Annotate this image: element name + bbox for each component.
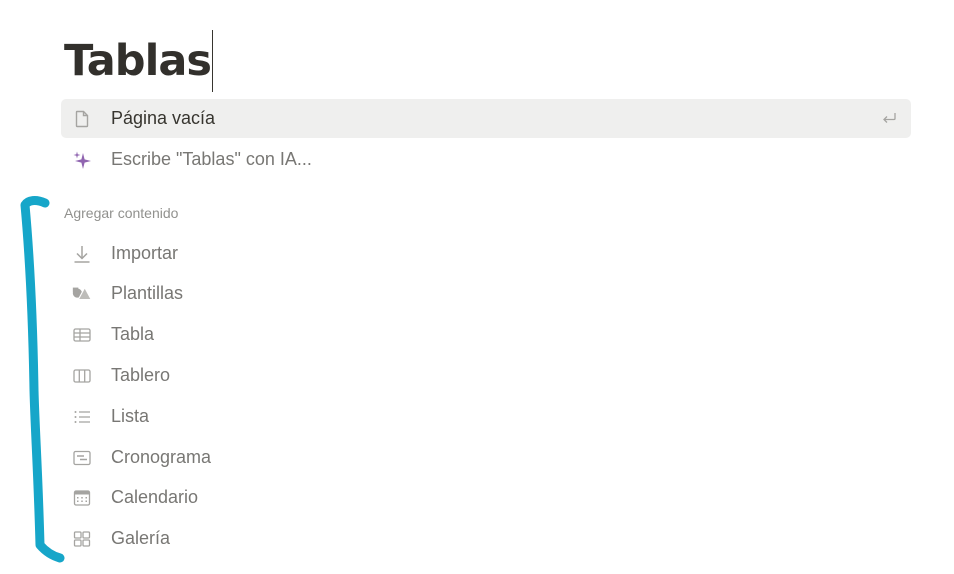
calendar-icon [71,487,93,509]
list-icon [71,406,93,428]
timeline-option[interactable]: Cronograma [61,438,911,477]
templates-option[interactable]: Plantillas [61,274,911,313]
gallery-icon [71,528,93,550]
board-label: Tablero [111,365,171,385]
timeline-icon [71,447,93,469]
templates-label: Plantillas [111,283,184,303]
calendar-label: Calendario [111,487,199,507]
import-label: Importar [111,243,179,263]
calendar-option[interactable]: Calendario [61,478,911,517]
title-area[interactable]: Tablas [64,30,213,92]
list-label: Lista [111,406,150,426]
blank-page-label: Página vacía [111,108,216,128]
timeline-label: Cronograma [111,447,212,467]
list-option[interactable]: Lista [61,397,911,436]
page-icon [71,108,93,130]
add-content-header: Agregar contenido [64,205,179,221]
enter-icon [881,110,897,126]
write-with-ai-option[interactable]: Escribe "Tablas" con IA... [61,140,911,179]
gallery-label: Galería [111,528,171,548]
templates-shapes-icon [71,283,93,305]
text-caret [211,30,213,92]
board-option[interactable]: Tablero [61,356,911,395]
table-label: Tabla [111,324,155,344]
table-icon [71,324,93,346]
import-option[interactable]: Importar [61,234,911,273]
write-with-ai-label: Escribe "Tablas" con IA... [111,149,312,169]
table-option[interactable]: Tabla [61,315,911,354]
page-title[interactable]: Tablas [64,39,212,83]
import-arrow-icon [71,243,93,265]
blank-page-option[interactable]: Página vacía [61,99,911,138]
gallery-option[interactable]: Galería [61,519,911,558]
ai-sparkle-icon [71,149,93,171]
board-icon [71,365,93,387]
